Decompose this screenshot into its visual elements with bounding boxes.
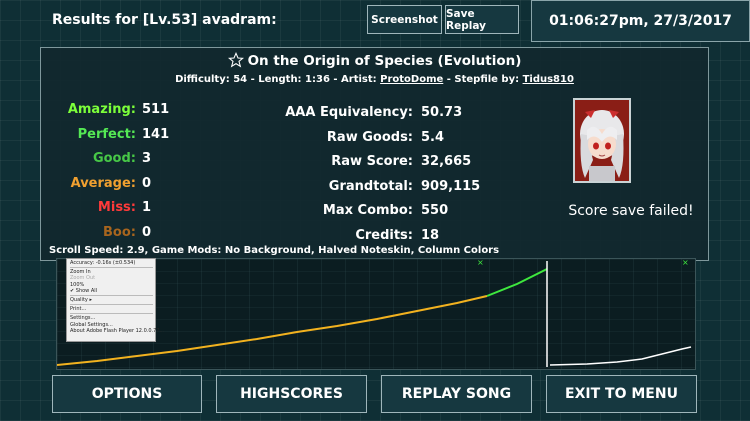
judgement-row: Miss: 1 <box>41 200 201 224</box>
options-button[interactable]: OPTIONS <box>52 375 202 413</box>
context-menu[interactable]: Accuracy: -0.16s (±0.534) Zoom In Zoom O… <box>66 258 164 342</box>
stepfile-author-link[interactable]: Tidus810 <box>523 74 574 85</box>
stat-value: 5.4 <box>421 129 445 145</box>
stat-label: AAA Equivalency: <box>285 105 413 120</box>
menu-separator <box>70 295 153 297</box>
stat-value: 50.73 <box>421 105 463 120</box>
results-panel: On the Origin of Species (Evolution) Dif… <box>40 47 709 261</box>
judgement-label: Average: <box>70 175 136 191</box>
highscores-button[interactable]: HIGHSCORES <box>216 375 367 413</box>
stat-label: Max Combo: <box>322 203 413 218</box>
menu-separator <box>70 267 153 269</box>
menu-separator <box>70 304 153 306</box>
menu-item-quality[interactable]: Quality ▸ <box>70 297 155 303</box>
song-info-prefix: Difficulty: 54 - Length: 1:36 - Artist: <box>175 74 381 85</box>
judgement-value: 0 <box>142 224 152 240</box>
judgement-value: 0 <box>142 175 152 191</box>
stat-row: Raw Goods: 5.4 <box>270 130 520 154</box>
stat-value: 18 <box>421 227 440 243</box>
judgement-row: Perfect: 141 <box>41 127 201 151</box>
screenshot-button[interactable]: Screenshot <box>367 5 442 34</box>
judgement-row: Average: 0 <box>41 176 201 200</box>
judgement-label: Miss: <box>97 200 136 215</box>
song-title-row: On the Origin of Species (Evolution) <box>41 51 708 69</box>
save-replay-button[interactable]: Save Replay <box>445 5 519 34</box>
judgement-row: Good: 3 <box>41 151 201 175</box>
menu-item-show-all[interactable]: ✔ Show All <box>70 288 155 294</box>
star-icon[interactable] <box>227 51 244 68</box>
replay-song-button[interactable]: REPLAY SONG <box>381 375 532 413</box>
judgement-value: 141 <box>142 126 170 142</box>
results-title: Results for [Lv.53] avadram: <box>52 12 277 28</box>
avatar <box>573 98 631 183</box>
menu-separator <box>70 313 153 315</box>
judgement-value: 511 <box>142 102 170 117</box>
song-title: On the Origin of Species (Evolution) <box>247 53 522 69</box>
judgement-label: Good: <box>92 151 136 166</box>
judgement-value: 1 <box>142 200 152 215</box>
judgement-row: Amazing: 511 <box>41 102 201 126</box>
menu-item-print[interactable]: Print... <box>70 306 155 312</box>
marker-x-1: × <box>477 259 484 267</box>
judgement-value: 3 <box>142 151 152 166</box>
avatar-image <box>575 100 629 181</box>
stepfile-prefix: - Stepfile by: <box>443 74 523 85</box>
clock: 01:06:27pm, 27/3/2017 <box>531 0 750 42</box>
menu-item-accuracy[interactable]: Accuracy: -0.16s (±0.534) <box>70 260 155 266</box>
exit-to-menu-button[interactable]: EXIT TO MENU <box>546 375 697 413</box>
stat-value: 550 <box>421 203 449 218</box>
mods-line: Scroll Speed: 2.9, Game Mods: No Backgro… <box>49 245 500 256</box>
stat-row: Grandtotal: 909,115 <box>270 179 520 203</box>
judgement-label: Boo: <box>103 224 136 240</box>
stat-value: 909,115 <box>421 178 481 194</box>
stat-label: Raw Score: <box>331 154 413 169</box>
save-status-message: Score save failed! <box>568 203 694 219</box>
stat-label: Grandtotal: <box>328 178 413 194</box>
marker-x-2: × <box>682 259 689 267</box>
stat-row: AAA Equivalency: 50.73 <box>270 105 520 129</box>
stat-label: Credits: <box>355 227 413 243</box>
menu-item-about[interactable]: About Adobe Flash Player 12.0.0.77... <box>70 328 164 334</box>
song-info: Difficulty: 54 - Length: 1:36 - Artist: … <box>41 74 708 85</box>
artist-link[interactable]: ProtoDome <box>380 74 443 85</box>
judgement-label: Amazing: <box>67 102 136 117</box>
stat-row: Max Combo: 550 <box>270 203 520 227</box>
stat-label: Raw Goods: <box>326 129 413 145</box>
judgement-label: Perfect: <box>77 126 136 142</box>
stat-row: Raw Score: 32,665 <box>270 154 520 178</box>
stat-value: 32,665 <box>421 154 472 169</box>
